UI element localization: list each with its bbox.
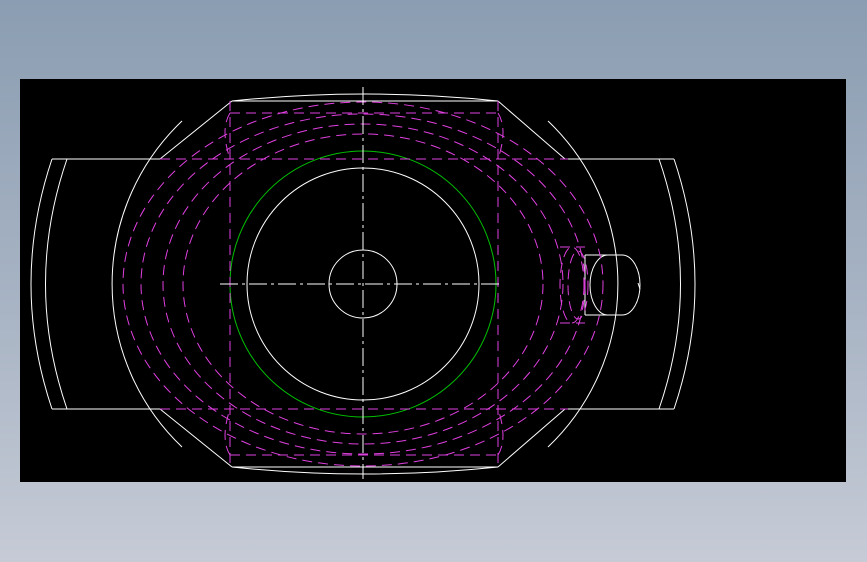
stem-inner-arc xyxy=(589,254,609,316)
body-chamfer-bottom-left xyxy=(159,408,233,468)
stem-end-arc xyxy=(621,254,641,316)
cad-viewport[interactable] xyxy=(20,79,846,482)
right-flange-outer-arc xyxy=(673,158,696,410)
body-arc-bottom xyxy=(231,466,499,475)
body-chamfer-bottom-right xyxy=(497,408,566,468)
hidden-corner-tl xyxy=(224,112,231,160)
body-chamfer-top-right xyxy=(497,100,566,160)
hidden-corner-bl xyxy=(224,408,231,456)
body-arc-top xyxy=(231,93,499,102)
left-flange-outer-arc xyxy=(30,158,53,410)
right-flange-inner-arc xyxy=(658,158,681,410)
body-chamfer-top-left xyxy=(159,100,233,160)
cad-drawing xyxy=(30,87,696,479)
centerline-layer xyxy=(220,87,500,479)
body-arc-right xyxy=(547,120,619,448)
left-flange-inner-arc xyxy=(45,158,68,410)
